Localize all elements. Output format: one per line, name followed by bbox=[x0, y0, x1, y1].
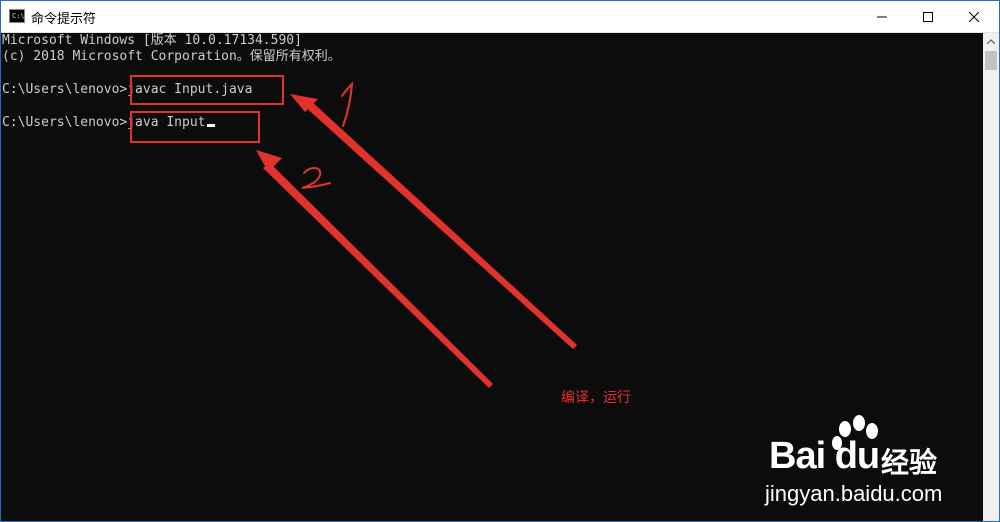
close-button[interactable] bbox=[951, 1, 997, 32]
watermark-url: jingyan.baidu.com bbox=[765, 481, 943, 506]
minimize-icon bbox=[877, 16, 887, 17]
maximize-button[interactable] bbox=[905, 1, 951, 32]
console-line: C:\Users\lenovo>javac Input.java bbox=[2, 82, 253, 97]
title-bar[interactable]: C:\_ 命令提示符 bbox=[1, 1, 999, 33]
baidu-jingyan-watermark: Bai du 经验 jingyan.baidu.com bbox=[765, 415, 950, 520]
vertical-scrollbar[interactable] bbox=[983, 33, 999, 521]
cmd-icon[interactable]: C:\_ bbox=[9, 9, 29, 23]
chevron-up-icon bbox=[987, 39, 995, 44]
scroll-thumb[interactable] bbox=[985, 51, 997, 70]
baidu-logo-text: Bai du bbox=[769, 435, 880, 477]
window-title: 命令提示符 bbox=[31, 12, 97, 27]
console-prompt-text: C:\Users\lenovo>java Input bbox=[2, 115, 206, 130]
jingyan-text: 经验 bbox=[881, 446, 938, 479]
cmd-icon-glyph: C:\_ bbox=[12, 12, 29, 20]
maximize-icon bbox=[923, 11, 933, 22]
text-cursor bbox=[206, 124, 215, 127]
console-line: Microsoft Windows [版本 10.0.17134.590] bbox=[2, 33, 302, 48]
close-icon bbox=[969, 11, 979, 22]
annotation-label: 编译，运行 bbox=[561, 390, 631, 406]
minimize-button[interactable] bbox=[859, 1, 905, 32]
scroll-up-button[interactable] bbox=[983, 33, 999, 50]
command-line-current[interactable]: C:\Users\lenovo>java Input bbox=[2, 115, 215, 131]
console-line: (c) 2018 Microsoft Corporation。保留所有权利。 bbox=[2, 49, 341, 64]
